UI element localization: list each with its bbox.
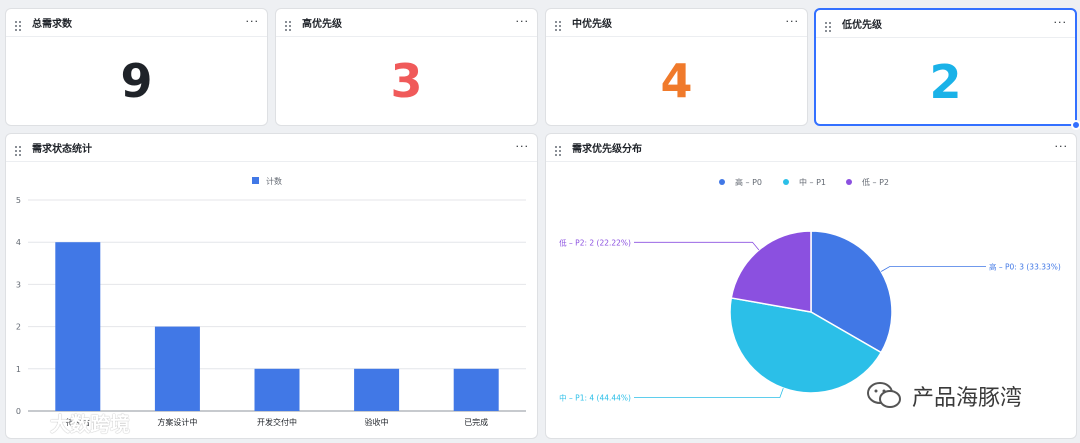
stat-card-total[interactable]: 总需求数 ··· 9	[5, 8, 268, 126]
legend-marker	[846, 179, 852, 185]
weibo-logo-icon	[9, 412, 40, 435]
legend: 计数	[252, 176, 282, 186]
legend-swatch	[252, 177, 259, 184]
bar	[154, 326, 200, 411]
y-tick-label: 2	[16, 323, 21, 332]
more-options-icon[interactable]: ···	[516, 15, 530, 28]
pie-leader-line	[634, 387, 784, 398]
status-bar-chart: 计数012345待评估 方案设计中 开发交付中 验收中 已完成	[16, 176, 526, 427]
watermark-left-text: 大数跨境	[50, 412, 130, 436]
stat-card-medium[interactable]: 中优先级 ··· 4	[545, 8, 808, 126]
resize-handle[interactable]	[1071, 120, 1080, 130]
legend-marker	[719, 179, 725, 185]
card-header: 需求优先级分布 ···	[546, 134, 1076, 162]
pie-slice	[730, 230, 812, 313]
y-tick-label: 5	[16, 196, 21, 205]
x-tick-label: 方案设计中	[157, 417, 197, 427]
legend-marker	[783, 179, 789, 185]
legend: 高 – P0 中 – P1 低 – P2	[719, 177, 889, 187]
legend-label: 中 – P1	[799, 177, 826, 187]
more-options-icon[interactable]: ···	[246, 15, 260, 28]
card-title: 总需求数	[32, 19, 72, 30]
card-title: 需求状态统计	[32, 144, 92, 155]
more-options-icon[interactable]: ···	[516, 140, 530, 153]
drag-handle-icon[interactable]	[284, 17, 294, 31]
card-header: 中优先级 ···	[546, 9, 807, 37]
card-title: 需求优先级分布	[572, 144, 642, 155]
x-tick-label: 验收中	[365, 417, 389, 427]
legend-label: 高 – P0	[735, 177, 762, 187]
wechat-logo-icon	[867, 382, 901, 408]
pie-data-label: 低 – P2: 2 (22.22%)	[559, 237, 631, 247]
legend-label: 计数	[266, 176, 282, 186]
card-title: 中优先级	[572, 19, 612, 30]
stat-card-high[interactable]: 高优先级 ··· 3	[275, 8, 538, 126]
drag-handle-icon[interactable]	[14, 142, 24, 156]
y-tick-label: 1	[16, 365, 21, 374]
stat-value: 3	[390, 54, 423, 108]
bar	[254, 368, 300, 411]
stat-value: 4	[660, 54, 693, 108]
pie-leader-line	[634, 241, 760, 251]
card-title: 低优先级	[842, 20, 882, 31]
x-tick-label: 开发交付中	[257, 417, 297, 427]
watermark-left: 大数跨境	[8, 408, 130, 437]
card-header: 总需求数 ···	[6, 9, 267, 37]
drag-handle-icon[interactable]	[14, 17, 24, 31]
pie-data-label: 高 – P0: 3 (33.33%)	[989, 262, 1061, 272]
status-chart-card[interactable]: 需求状态统计 ··· 计数 0 1 2 3 4 5 待评估 方案设计中 开发交付中 验收中 已完成	[5, 133, 538, 439]
pie-data-label: 中 – P1: 4 (44.44%)	[559, 393, 631, 403]
more-options-icon[interactable]: ···	[786, 15, 800, 28]
card-header: 高优先级 ···	[276, 9, 537, 37]
bar	[453, 368, 499, 411]
drag-handle-icon[interactable]	[554, 142, 564, 156]
watermark-right-text: 产品海豚湾	[912, 386, 1023, 411]
y-tick-label: 3	[16, 280, 21, 289]
watermark-right: 产品海豚湾	[866, 380, 1022, 412]
pie-leader-line	[880, 266, 986, 272]
card-header: 需求状态统计 ···	[6, 134, 537, 162]
y-tick-label: 4	[16, 238, 21, 247]
more-options-icon[interactable]: ···	[1055, 140, 1069, 153]
legend-label: 低 – P2	[862, 177, 889, 187]
x-tick-label: 已完成	[464, 417, 488, 427]
drag-handle-icon[interactable]	[824, 18, 834, 32]
bar	[354, 368, 400, 411]
stat-card-low[interactable]: 低优先级 ··· 2	[814, 8, 1080, 130]
card-title: 高优先级	[302, 19, 342, 30]
stat-value: 2	[929, 55, 962, 109]
card-header: 低优先级 ···	[816, 10, 1075, 38]
more-options-icon[interactable]: ···	[1054, 16, 1068, 29]
bar	[55, 242, 101, 411]
stat-value: 9	[120, 54, 153, 108]
drag-handle-icon[interactable]	[554, 17, 564, 31]
